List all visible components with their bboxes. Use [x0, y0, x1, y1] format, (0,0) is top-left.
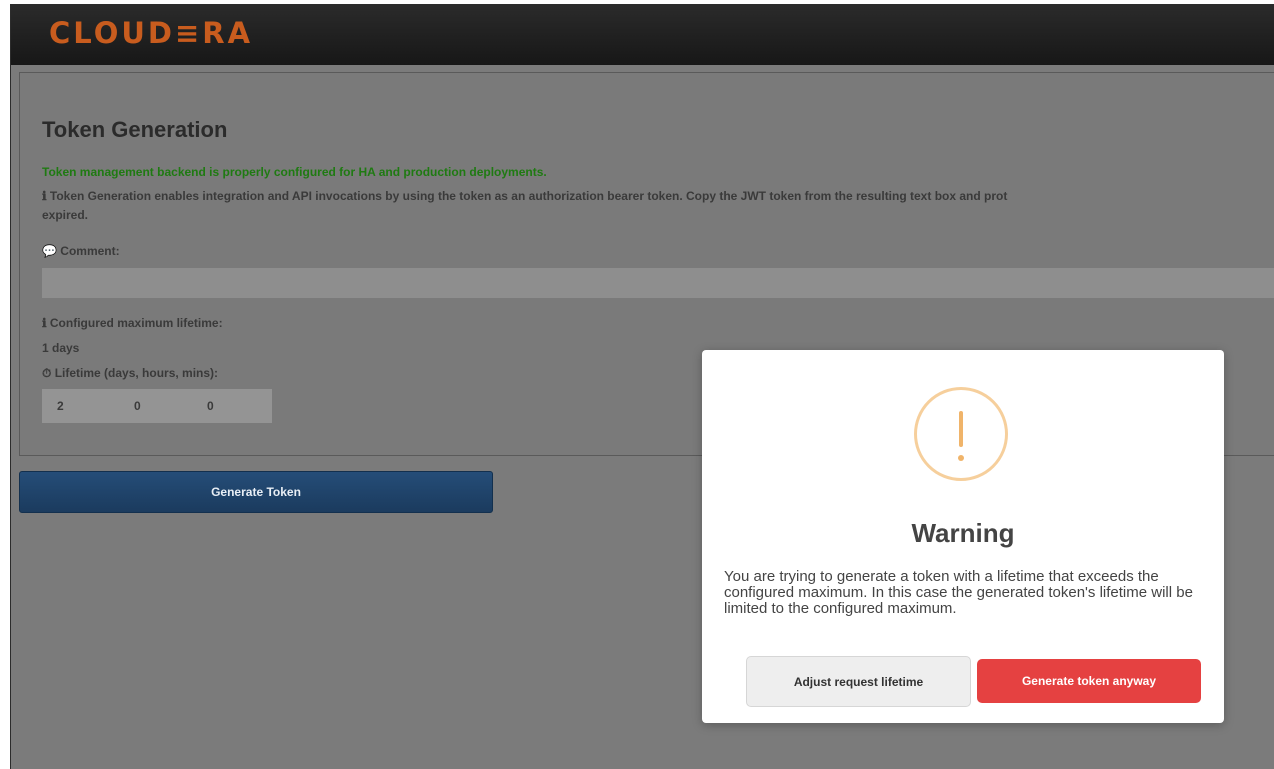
info-description-line: ℹ Token Generation enables integration a…	[42, 189, 1008, 203]
dialog-message: You are trying to generate a token with …	[724, 568, 1193, 617]
lifetime-days-input[interactable]: 2	[57, 399, 64, 413]
exclamation-circle-icon	[914, 387, 1008, 481]
info-description-line-2: expired.	[42, 208, 89, 222]
max-lifetime-value: 1 days	[42, 341, 80, 355]
backend-status-message: Token management backend is properly con…	[42, 165, 547, 179]
generate-anyway-button[interactable]: Generate token anyway	[977, 659, 1201, 703]
info-description: ℹ Token Generation enables integration a…	[42, 187, 1274, 225]
top-navigation-bar: CLOUD≡RA	[11, 4, 1274, 65]
lifetime-inputs: 2 0 0	[42, 389, 272, 423]
lifetime-mins-input[interactable]: 0	[207, 399, 214, 413]
lifetime-label: ⏱ Lifetime (days, hours, mins):	[42, 366, 219, 380]
dialog-title: Warning	[911, 518, 1015, 548]
comment-input[interactable]	[42, 268, 1274, 298]
cloudera-logo: CLOUD≡RA	[49, 16, 254, 50]
warning-dialog: Warning You are trying to generate a tok…	[702, 350, 1224, 723]
lifetime-hours-input[interactable]: 0	[134, 399, 141, 413]
max-lifetime-label: ℹ Configured maximum lifetime:	[42, 316, 223, 330]
adjust-lifetime-button[interactable]: Adjust request lifetime	[746, 656, 971, 707]
page-title: Token Generation	[42, 117, 228, 142]
comment-label: 💬 Comment:	[42, 244, 120, 258]
generate-token-button[interactable]: Generate Token	[19, 471, 493, 513]
